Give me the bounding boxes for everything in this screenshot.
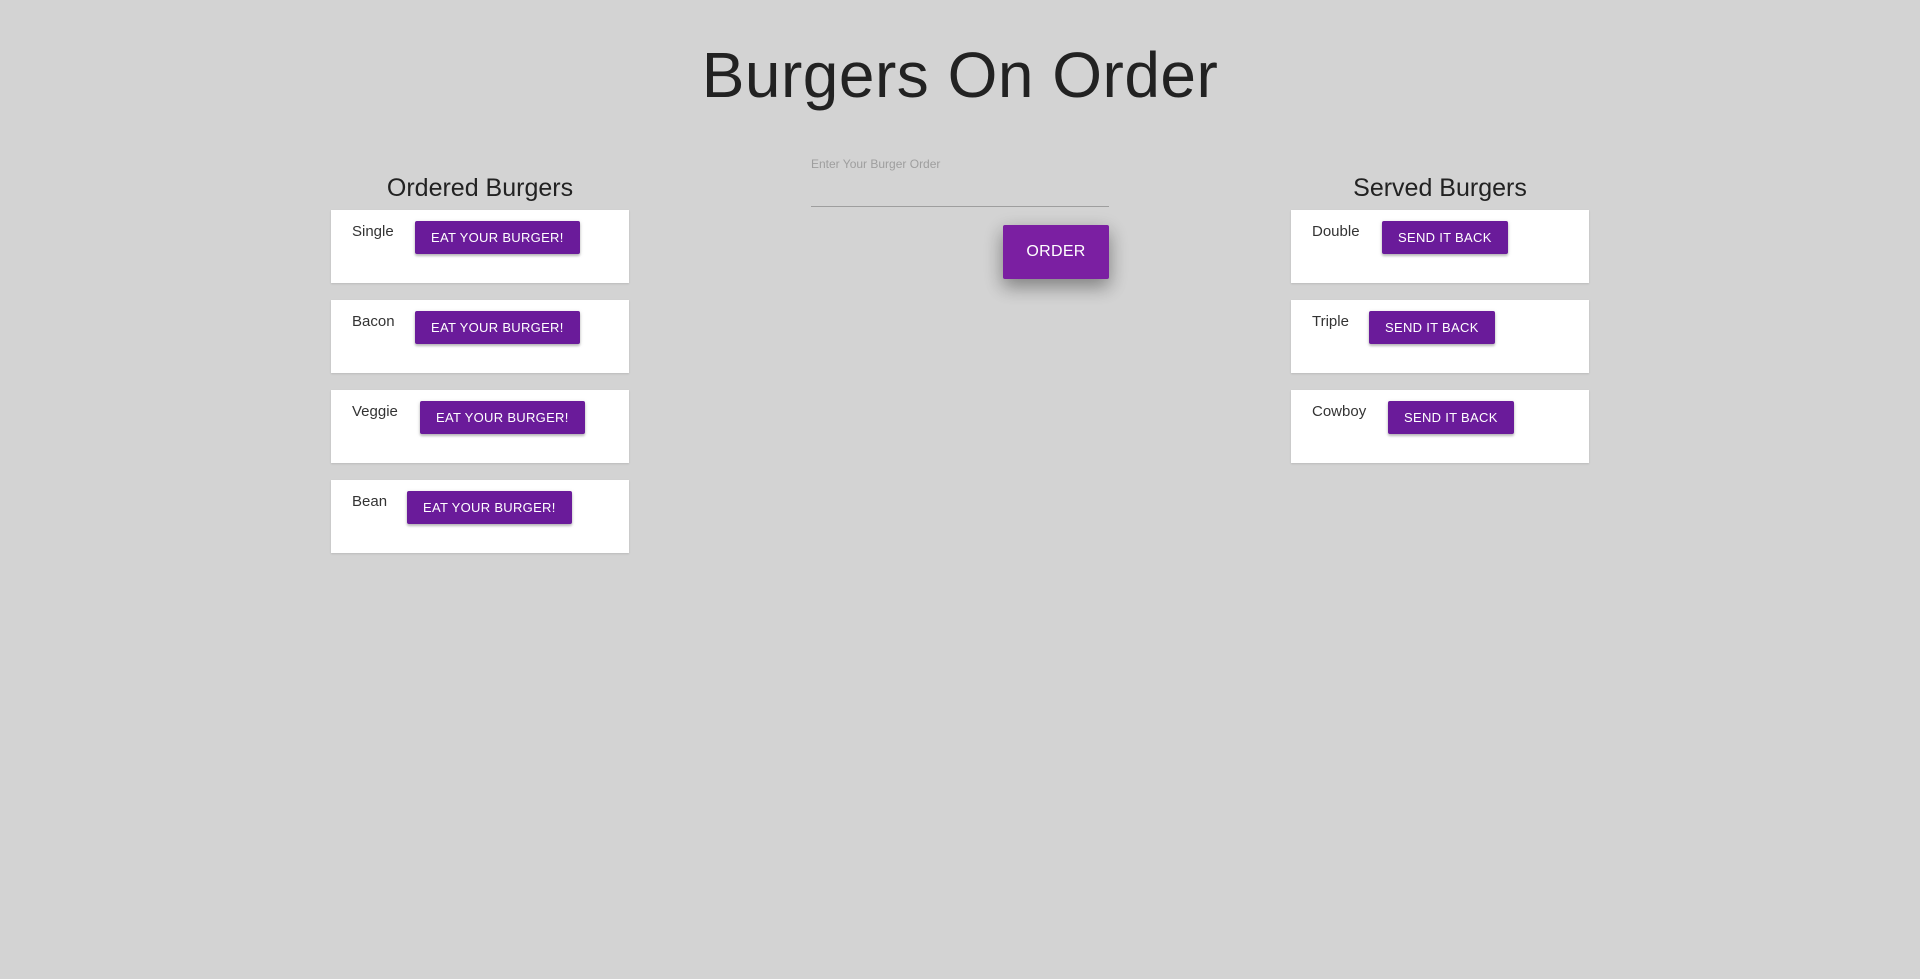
send-back-button[interactable]: SEND IT BACK [1382, 221, 1508, 254]
order-form: Enter Your Burger Order ORDER [811, 157, 1109, 279]
eat-burger-button[interactable]: EAT YOUR BURGER! [420, 401, 585, 434]
burger-name: Triple [1312, 313, 1349, 330]
page: Burgers On Order Ordered Burgers Single … [0, 0, 1920, 979]
burger-order-input[interactable] [811, 173, 1109, 207]
served-burger-card: Double SEND IT BACK [1291, 210, 1589, 283]
order-input-label: Enter Your Burger Order [811, 157, 941, 171]
eat-burger-button[interactable]: EAT YOUR BURGER! [407, 491, 572, 524]
burger-name: Cowboy [1312, 403, 1367, 420]
burger-name: Bacon [352, 313, 395, 330]
ordered-burger-card: Single EAT YOUR BURGER! [331, 210, 629, 283]
served-burgers-heading: Served Burgers [1353, 174, 1527, 202]
burger-name: Bean [352, 493, 388, 510]
ordered-burgers-heading: Ordered Burgers [386, 174, 574, 202]
served-burgers-column: Served Burgers Double SEND IT BACK Tripl… [1291, 170, 1589, 480]
served-burger-card: Cowboy SEND IT BACK [1291, 390, 1589, 463]
eat-burger-button[interactable]: EAT YOUR BURGER! [415, 221, 580, 254]
burger-name: Single [352, 223, 394, 240]
ordered-burger-card: Veggie EAT YOUR BURGER! [331, 390, 629, 463]
send-back-button[interactable]: SEND IT BACK [1369, 311, 1495, 344]
ordered-burger-card: Bean EAT YOUR BURGER! [331, 480, 629, 553]
send-back-button[interactable]: SEND IT BACK [1388, 401, 1514, 434]
page-title: Burgers On Order [701, 39, 1219, 111]
eat-burger-button[interactable]: EAT YOUR BURGER! [415, 311, 580, 344]
ordered-burger-card: Bacon EAT YOUR BURGER! [331, 300, 629, 373]
ordered-burgers-column: Ordered Burgers Single EAT YOUR BURGER! … [331, 170, 629, 570]
burger-name: Double [1312, 223, 1360, 240]
burger-name: Veggie [352, 403, 398, 420]
order-button[interactable]: ORDER [1003, 225, 1109, 279]
served-burger-card: Triple SEND IT BACK [1291, 300, 1589, 373]
